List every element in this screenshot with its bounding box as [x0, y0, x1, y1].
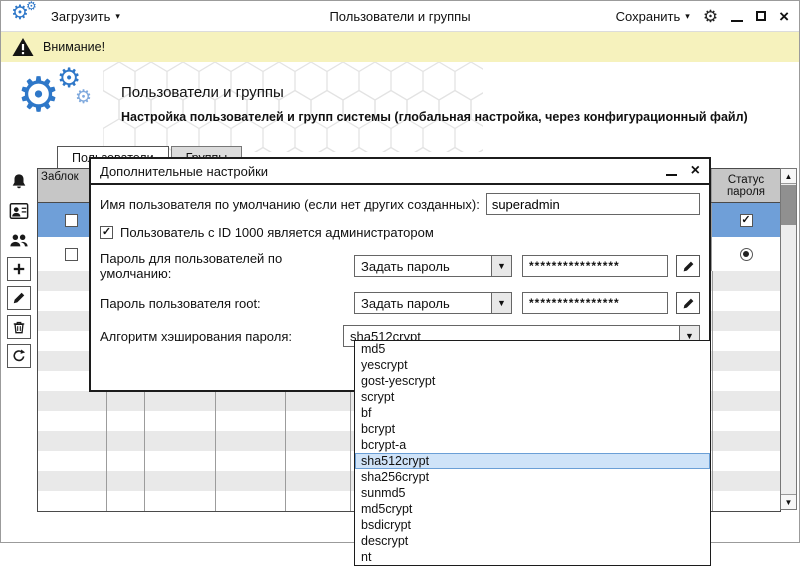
- password-status-checkbox[interactable]: [740, 214, 753, 227]
- password-status-radio[interactable]: [740, 248, 753, 261]
- app-logo-gears-icon: ⚙ ⚙: [11, 4, 41, 28]
- hash-option[interactable]: sunmd5: [355, 485, 710, 501]
- page-subtitle: Настройка пользователей и групп системы …: [121, 110, 781, 124]
- close-button[interactable]: ×: [779, 8, 789, 25]
- edit-user-button[interactable]: [7, 286, 31, 310]
- add-user-button[interactable]: [7, 257, 31, 281]
- window-title: Пользователи и группы: [329, 9, 470, 24]
- chevron-down-icon: ▾: [685, 12, 690, 21]
- dialog-titlebar: Дополнительные настройки ×: [91, 159, 709, 185]
- app-window: ⚙ ⚙ Загрузить ▾ Пользователи и группы Со…: [0, 0, 800, 543]
- pencil-icon: [682, 297, 695, 310]
- hash-option[interactable]: bf: [355, 405, 710, 421]
- maximize-button[interactable]: [756, 11, 766, 21]
- dialog-close-button[interactable]: ×: [691, 163, 700, 179]
- plus-icon: [12, 262, 26, 276]
- user-card-icon[interactable]: [7, 199, 31, 223]
- save-menu-button[interactable]: Сохранить ▾: [616, 9, 690, 24]
- vertical-scrollbar[interactable]: ▲ ▼: [780, 168, 797, 510]
- blocked-checkbox[interactable]: [65, 214, 78, 227]
- notifications-bell-icon[interactable]: [7, 170, 31, 194]
- hash-option[interactable]: bcrypt: [355, 421, 710, 437]
- users-group-icon[interactable]: [7, 228, 31, 252]
- page-header: ⚙ ⚙ ⚙ Пользователи и группы Настройка по…: [1, 62, 799, 146]
- hash-option[interactable]: sha256crypt: [355, 469, 710, 485]
- minimize-button[interactable]: [731, 20, 743, 22]
- root-password-label: Пароль пользователя root:: [100, 296, 354, 311]
- table-toolbar: [6, 170, 32, 368]
- admin-id-1000-label: Пользователь с ID 1000 является админист…: [120, 225, 434, 240]
- scrollbar-thumb[interactable]: [781, 185, 796, 225]
- root-password-mode-value[interactable]: Задать пароль: [354, 292, 492, 314]
- refresh-icon: [12, 349, 26, 363]
- hash-option[interactable]: descrypt: [355, 533, 710, 549]
- hash-option[interactable]: gost-yescrypt: [355, 373, 710, 389]
- hash-option[interactable]: md5: [355, 341, 710, 357]
- default-password-edit-button[interactable]: [676, 255, 700, 277]
- hash-option[interactable]: md5crypt: [355, 501, 710, 517]
- trash-icon: [12, 320, 26, 334]
- pencil-icon: [12, 291, 26, 305]
- load-menu-button[interactable]: Загрузить ▾: [51, 9, 120, 24]
- save-menu-label: Сохранить: [616, 9, 681, 24]
- chevron-down-icon: ▾: [115, 12, 120, 21]
- default-username-input[interactable]: [486, 193, 700, 215]
- hash-algorithm-label: Алгоритм хэширования пароля:: [100, 329, 343, 344]
- settings-gear-icon[interactable]: ⚙: [703, 8, 718, 25]
- hash-algorithm-dropdown-list: md5 yescrypt gost-yescrypt scrypt bf bcr…: [354, 340, 711, 566]
- warning-text: Внимание!: [43, 40, 105, 54]
- advanced-settings-dialog: Дополнительные настройки × Имя пользоват…: [89, 157, 711, 392]
- scroll-down-icon[interactable]: ▼: [781, 494, 796, 509]
- default-username-label: Имя пользователя по умолчанию (если нет …: [100, 197, 480, 212]
- refresh-button[interactable]: [7, 344, 31, 368]
- root-password-field[interactable]: ****************: [522, 292, 668, 314]
- load-menu-label: Загрузить: [51, 9, 110, 24]
- page-title: Пользователи и группы: [121, 84, 284, 101]
- warning-banner: Внимание!: [1, 32, 799, 62]
- pencil-icon: [682, 260, 695, 273]
- delete-user-button[interactable]: [7, 315, 31, 339]
- dropdown-arrow-icon[interactable]: ▼: [492, 292, 512, 314]
- hash-option[interactable]: scrypt: [355, 389, 710, 405]
- root-password-edit-button[interactable]: [676, 292, 700, 314]
- column-header-password-status: Статус пароля: [712, 169, 780, 202]
- hash-option[interactable]: bsdicrypt: [355, 517, 710, 533]
- admin-id-1000-checkbox[interactable]: [100, 226, 113, 239]
- blocked-checkbox[interactable]: [65, 248, 78, 261]
- default-password-field[interactable]: ****************: [522, 255, 668, 277]
- default-password-label: Пароль для пользователей по умолчанию:: [100, 251, 354, 281]
- hash-option[interactable]: nt: [355, 549, 710, 565]
- dialog-minimize-button[interactable]: [666, 174, 677, 176]
- default-password-mode-value[interactable]: Задать пароль: [354, 255, 492, 277]
- hash-option[interactable]: bcrypt-a: [355, 437, 710, 453]
- titlebar: ⚙ ⚙ Загрузить ▾ Пользователи и группы Со…: [1, 1, 799, 32]
- users-groups-logo-icon: ⚙ ⚙ ⚙: [17, 70, 112, 138]
- warning-triangle-icon: [12, 37, 34, 57]
- hash-option-selected[interactable]: sha512crypt: [355, 453, 710, 469]
- dialog-title: Дополнительные настройки: [100, 164, 666, 179]
- dropdown-arrow-icon[interactable]: ▼: [492, 255, 512, 277]
- hash-option[interactable]: yescrypt: [355, 357, 710, 373]
- default-password-mode-select[interactable]: Задать пароль ▼: [354, 255, 512, 277]
- root-password-mode-select[interactable]: Задать пароль ▼: [354, 292, 512, 314]
- scroll-up-icon[interactable]: ▲: [781, 169, 796, 184]
